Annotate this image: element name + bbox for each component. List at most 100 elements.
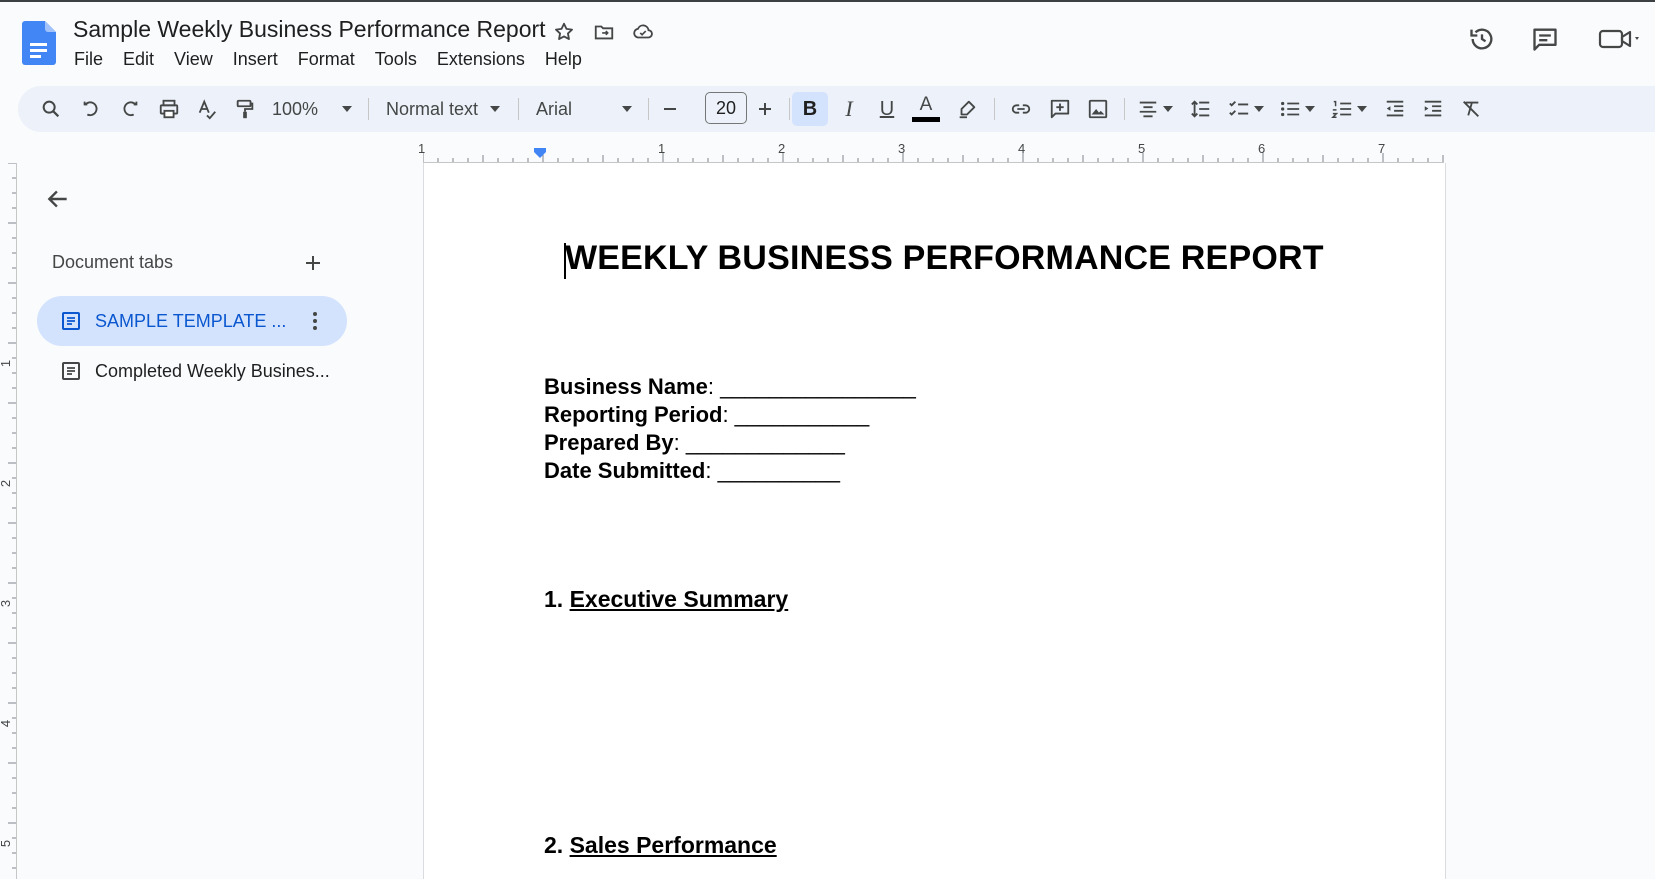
field-label: Business Name — [544, 374, 708, 399]
menu-view[interactable]: View — [164, 46, 223, 73]
ruler-number: 3 — [898, 141, 906, 156]
align-select[interactable] — [1132, 92, 1178, 126]
section-executive-summary[interactable]: 1. Executive Summary — [544, 586, 788, 613]
add-comment-icon[interactable] — [1043, 92, 1077, 126]
version-history-icon[interactable] — [1466, 23, 1498, 55]
ruler-number: 1 — [0, 360, 13, 367]
field-label: Prepared By — [544, 430, 674, 455]
cloud-saved-icon[interactable] — [631, 20, 655, 44]
tab-label: Completed Weekly Busines... — [95, 360, 330, 381]
menu-format[interactable]: Format — [288, 46, 365, 73]
toolbar-divider — [648, 98, 649, 120]
italic-button[interactable]: I — [832, 92, 866, 126]
docs-logo-icon[interactable] — [22, 21, 56, 65]
section-number: 1. — [544, 586, 570, 612]
redo-icon[interactable] — [113, 92, 147, 126]
field-blank: : ___________ — [722, 402, 870, 427]
text-color-icon: A — [919, 94, 933, 115]
meet-icon[interactable] — [1595, 23, 1645, 55]
menu-bar: File Edit View Insert Format Tools Exten… — [64, 46, 592, 73]
text-color-button[interactable]: A — [908, 92, 944, 126]
field-business-name[interactable]: Business Name: ________________ — [544, 374, 916, 400]
horizontal-ruler[interactable] — [423, 139, 1444, 163]
insert-link-icon[interactable] — [1004, 92, 1038, 126]
tab-completed-weekly[interactable]: Completed Weekly Busines... — [37, 346, 347, 396]
paint-format-icon[interactable] — [228, 92, 262, 126]
increase-font-size-button[interactable] — [750, 92, 780, 126]
increase-indent-icon[interactable] — [1416, 92, 1450, 126]
menu-file[interactable]: File — [64, 46, 113, 73]
underline-button[interactable]: U — [870, 92, 904, 126]
menu-extensions[interactable]: Extensions — [427, 46, 535, 73]
add-tab-button[interactable] — [300, 250, 326, 276]
bold-button[interactable]: B — [792, 92, 828, 126]
field-blank: : _____________ — [673, 430, 845, 455]
bulleted-list-select[interactable] — [1274, 92, 1320, 126]
insert-image-icon[interactable] — [1081, 92, 1115, 126]
undo-icon[interactable] — [74, 92, 108, 126]
checklist-icon — [1229, 101, 1249, 116]
menu-edit[interactable]: Edit — [113, 46, 164, 73]
chevron-down-icon — [1357, 106, 1367, 112]
menu-insert[interactable]: Insert — [223, 46, 288, 73]
chevron-down-icon — [490, 106, 500, 112]
field-reporting-period[interactable]: Reporting Period: ___________ — [544, 402, 869, 428]
decrease-indent-icon[interactable] — [1378, 92, 1412, 126]
document-page[interactable]: WEEKLY BUSINESS PERFORMANCE REPORT Busin… — [423, 163, 1446, 879]
field-blank: : ________________ — [707, 374, 916, 399]
field-blank: : __________ — [705, 458, 840, 483]
numbered-list-icon — [1331, 100, 1352, 118]
field-label: Reporting Period — [544, 402, 723, 427]
align-center-icon — [1139, 101, 1157, 118]
checklist-select[interactable] — [1224, 92, 1268, 126]
ruler-number: 4 — [1018, 141, 1026, 156]
menu-help[interactable]: Help — [535, 46, 592, 73]
font-family-select[interactable]: Arial — [528, 92, 640, 126]
ruler-number: 2 — [0, 480, 13, 487]
comments-icon[interactable] — [1529, 23, 1561, 55]
field-prepared-by[interactable]: Prepared By: _____________ — [544, 430, 845, 456]
italic-icon: I — [845, 96, 853, 121]
ruler-number: 6 — [1258, 141, 1266, 156]
document-heading[interactable]: WEEKLY BUSINESS PERFORMANCE REPORT — [565, 239, 1324, 278]
numbered-list-select[interactable] — [1326, 92, 1372, 126]
chevron-down-icon — [1163, 106, 1173, 112]
field-label: Date Submitted — [544, 458, 706, 483]
toolbar-divider — [1124, 98, 1125, 120]
vertical-ruler[interactable] — [0, 163, 18, 879]
text-color-swatch — [912, 117, 940, 122]
clear-formatting-icon[interactable] — [1454, 92, 1488, 126]
ruler-number: 3 — [0, 600, 13, 607]
left-indent-marker[interactable] — [534, 148, 546, 158]
font-size-input[interactable]: 20 — [705, 92, 747, 124]
toolbar-divider — [368, 98, 369, 120]
field-date-submitted[interactable]: Date Submitted: __________ — [544, 458, 840, 484]
move-folder-icon[interactable] — [592, 20, 616, 44]
paragraph-style-select[interactable]: Normal text — [378, 92, 508, 126]
more-vert-icon[interactable] — [305, 309, 325, 333]
decrease-font-size-button[interactable] — [655, 92, 685, 126]
ruler-number: 1 — [658, 141, 666, 156]
ruler-number: 7 — [1378, 141, 1386, 156]
line-spacing-icon[interactable] — [1184, 92, 1218, 126]
font-family-value: Arial — [536, 98, 573, 119]
section-number: 2. — [544, 832, 570, 858]
back-arrow-icon[interactable] — [40, 182, 76, 216]
menu-tools[interactable]: Tools — [365, 46, 427, 73]
toolbar-divider — [789, 98, 790, 120]
section-sales-performance[interactable]: 2. Sales Performance — [544, 832, 777, 859]
underline-icon: U — [879, 97, 895, 120]
tab-sample-template[interactable]: SAMPLE TEMPLATE ... — [37, 296, 347, 346]
paragraph-style-value: Normal text — [386, 98, 479, 119]
search-menus-icon[interactable] — [34, 92, 68, 126]
bulleted-list-icon — [1281, 101, 1300, 117]
zoom-select[interactable]: 100% — [266, 92, 358, 126]
chevron-down-icon — [622, 106, 632, 112]
spelling-check-icon[interactable] — [190, 92, 224, 126]
highlight-color-icon[interactable] — [950, 92, 984, 126]
ruler-number: 5 — [1138, 141, 1146, 156]
chevron-down-icon — [1305, 106, 1315, 112]
print-icon[interactable] — [152, 92, 186, 126]
document-title[interactable]: Sample Weekly Business Performance Repor… — [73, 16, 546, 43]
star-icon[interactable] — [552, 20, 576, 44]
